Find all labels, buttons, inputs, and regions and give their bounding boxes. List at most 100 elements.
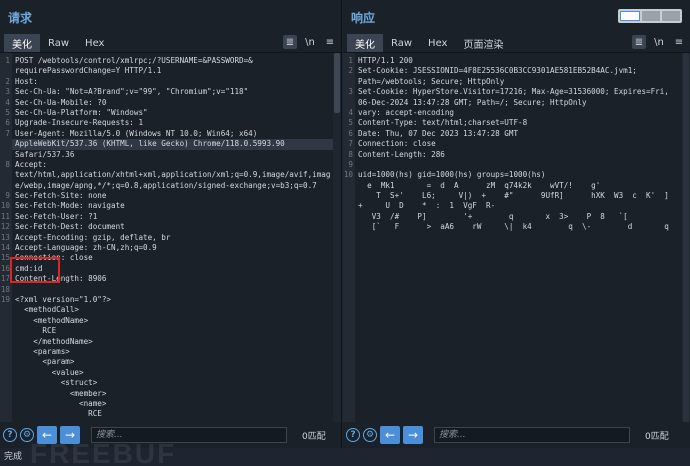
response-search-input[interactable]: 搜索...	[434, 427, 630, 443]
line-number: 7	[348, 139, 353, 149]
line-number: 4	[348, 107, 353, 117]
request-tab-pretty[interactable]: 美化	[4, 34, 40, 52]
settings-gear-icon[interactable]: ⚙	[363, 428, 377, 442]
menu-icon[interactable]: ≡	[323, 35, 337, 49]
response-editor[interactable]: 1 HTTP/1.1 200 2 Set-Cookie: JSESSIONID=4F8…	[343, 52, 690, 422]
line-text: <value>	[15, 367, 84, 377]
line-text: Safari/537.36	[15, 149, 75, 159]
line-number	[0, 389, 12, 399]
line-text: Content-Length: 8906	[15, 274, 107, 284]
request-scroll-thumb[interactable]	[334, 53, 340, 113]
line-text: 06-Dec-2024 13:47:28 GMT; Path=/; Secure…	[358, 97, 587, 107]
pretty-print-icon[interactable]: ≣	[283, 35, 297, 49]
response-search-bar: ? ⚙ ← → 搜索... 0匹配	[343, 424, 690, 446]
prev-match-button[interactable]: ←	[380, 426, 400, 444]
response-line: 9	[343, 160, 682, 170]
response-line: + U D * : 1 VgF R-	[343, 201, 682, 211]
line-number	[0, 368, 12, 378]
response-tab-render[interactable]: 页面渲染	[455, 34, 511, 52]
request-line: 13 Accept-Encoding: gzip, deflate, br	[0, 233, 333, 243]
line-text: Accept-Language: zh-CN,zh;q=0.9	[15, 243, 157, 253]
line-text: e/webp,image/apng,*/*;q=0.8,application/…	[15, 180, 317, 190]
line-text: Sec-Ch-Ua: "Not=A?Brand";v="99", "Chromi…	[15, 87, 249, 97]
request-line: </methodName>	[0, 337, 333, 347]
layout-side-by-side-icon[interactable]	[620, 11, 640, 21]
line-number	[343, 77, 355, 87]
line-text: Set-Cookie: HyperStore.Visitor=17216; Ma…	[358, 87, 669, 97]
line-number: 6	[348, 128, 353, 138]
line-text: requirePasswordChange=Y HTTP/1.1	[15, 66, 162, 76]
line-number	[0, 139, 12, 149]
line-text: cmd:id	[15, 263, 43, 273]
line-text: RCE	[15, 326, 57, 336]
request-line: 5 Sec-Ch-Ua-Platform: "Windows"	[0, 108, 333, 118]
line-number: 17	[0, 274, 10, 284]
response-tab-raw[interactable]: Raw	[383, 34, 420, 52]
line-number	[0, 337, 12, 347]
line-text: Host:	[15, 76, 38, 86]
request-line: Safari/537.36	[0, 150, 333, 160]
line-text: Set-Cookie: JSESSIONID=4F8E25536C0B3CC93…	[358, 66, 637, 76]
response-tab-pretty[interactable]: 美化	[347, 34, 383, 52]
request-line: 11 Sec-Fetch-User: ?1	[0, 212, 333, 222]
help-icon[interactable]: ?	[3, 428, 17, 442]
show-newlines-button[interactable]: \n	[303, 35, 317, 49]
line-text	[12, 285, 333, 295]
line-text: <member>	[15, 388, 107, 398]
line-text: <methodName>	[15, 315, 89, 325]
request-line: 12 Sec-Fetch-Dest: document	[0, 222, 333, 232]
line-number: 2	[5, 76, 10, 86]
request-title: 请求	[8, 10, 33, 25]
line-number: 11	[0, 211, 10, 221]
line-text: vary: accept-encoding	[358, 107, 455, 117]
line-number	[343, 222, 355, 232]
response-scroll-thumb[interactable]	[683, 53, 689, 422]
line-text: Content-Length: 286	[358, 149, 445, 159]
line-text: Accept-Encoding: gzip, deflate, br	[15, 232, 171, 242]
request-line: RCE	[0, 326, 333, 336]
menu-icon[interactable]: ≡	[672, 35, 686, 49]
request-tab-raw[interactable]: Raw	[40, 34, 77, 52]
line-number: 19	[0, 294, 10, 304]
request-line: 19 <?xml version="1.0"?>	[0, 295, 333, 305]
pretty-print-icon[interactable]: ≣	[632, 35, 646, 49]
response-line: 06-Dec-2024 13:47:28 GMT; Path=/; Secure…	[343, 98, 682, 108]
help-icon[interactable]: ?	[346, 428, 360, 442]
line-text: Sec-Ch-Ua-Mobile: ?0	[15, 97, 107, 107]
request-tab-hex[interactable]: Hex	[77, 34, 112, 52]
request-editor[interactable]: 1 POST /webtools/control/xmlrpc;/?USERNAM…	[0, 52, 341, 422]
line-number	[0, 357, 12, 367]
response-line: 3 Set-Cookie: HyperStore.Visitor=17216; M…	[343, 87, 682, 97]
line-text: Sec-Ch-Ua-Platform: "Windows"	[15, 107, 148, 117]
layout-tabs-icon[interactable]	[662, 11, 680, 21]
request-scrollbar[interactable]	[333, 53, 341, 422]
line-number: 15	[0, 253, 10, 263]
line-text: User-Agent: Mozilla/5.0 (Windows NT 10.0…	[15, 128, 258, 138]
line-text: <param>	[15, 357, 75, 367]
request-line: <methodCall>	[0, 305, 333, 315]
request-lines: 1 POST /webtools/control/xmlrpc;/?USERNAM…	[0, 56, 333, 420]
request-tab-tools: ≣ \n ≡	[283, 35, 337, 49]
line-text: Content-Type: text/html;charset=UTF-8	[358, 118, 528, 128]
response-lines: 1 HTTP/1.1 200 2 Set-Cookie: JSESSIONID=4F8…	[343, 56, 682, 233]
show-newlines-button[interactable]: \n	[652, 35, 666, 49]
layout-stacked-icon[interactable]	[642, 11, 660, 21]
line-text: RCE	[15, 409, 102, 419]
next-match-button[interactable]: →	[403, 426, 423, 444]
line-number	[0, 399, 12, 409]
line-text: V3 /# P] '+ q x 3> P 8 `[	[358, 211, 628, 221]
line-number: 5	[348, 118, 353, 128]
response-scrollbar[interactable]	[682, 53, 690, 422]
response-tab-hex[interactable]: Hex	[420, 34, 455, 52]
layout-toggle[interactable]	[618, 9, 682, 23]
line-text: [` F > aA6 rW \| k4 q \- d q	[358, 222, 669, 232]
request-line: <value>	[0, 368, 333, 378]
line-text	[355, 160, 682, 170]
line-number: 6	[5, 118, 10, 128]
response-tabbar: 美化 Raw Hex 页面渲染 ≣ \n ≡	[343, 34, 690, 52]
line-number	[0, 305, 12, 315]
request-line: 3 Sec-Ch-Ua: "Not=A?Brand";v="99", "Chrom…	[0, 87, 333, 97]
line-number: 10	[0, 201, 10, 211]
request-line: 15 Connection: close	[0, 253, 333, 263]
line-number: 10	[343, 170, 353, 180]
